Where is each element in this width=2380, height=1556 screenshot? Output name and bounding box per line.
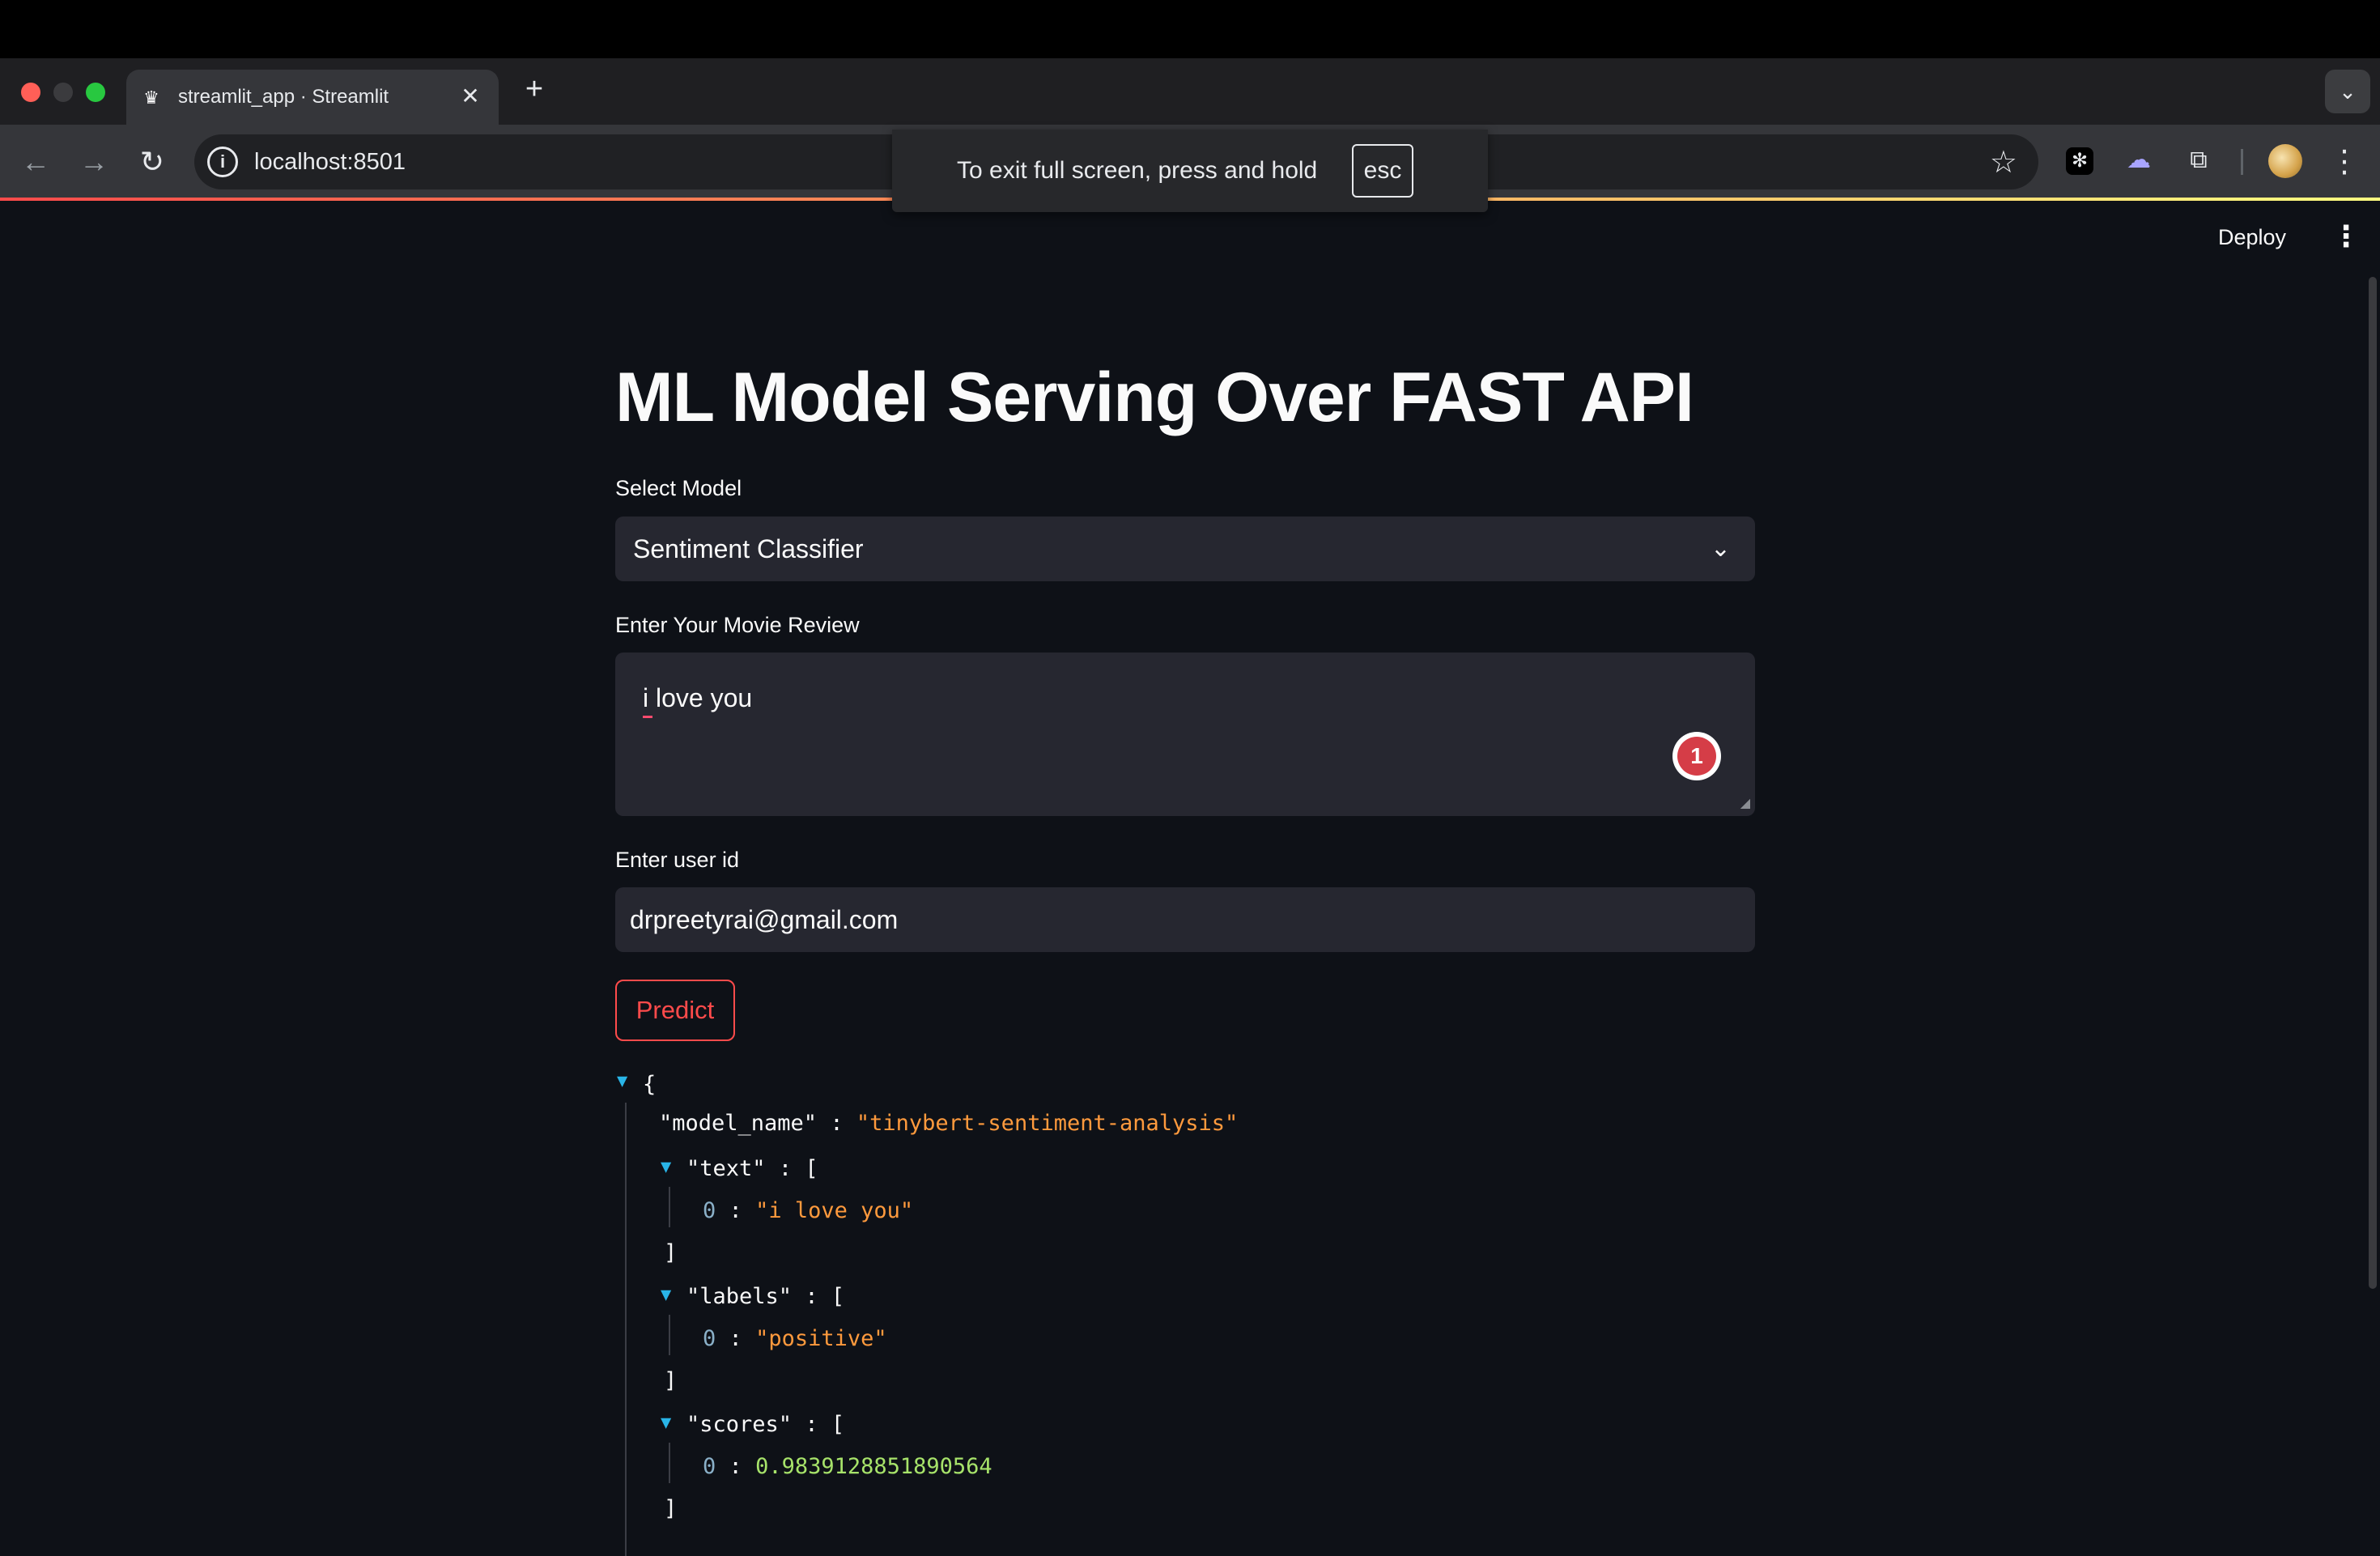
predict-button[interactable]: Predict <box>615 980 735 1041</box>
collapse-caret-icon[interactable]: ▼ <box>617 1071 627 1091</box>
browser-tab-active[interactable]: ♛ streamlit_app · Streamlit ✕ <box>126 70 499 125</box>
model-select[interactable]: Sentiment Classifier ⌄ <box>615 517 1755 581</box>
grammarly-icon[interactable]: 1 <box>1672 732 1721 780</box>
streamlit-main-menu-icon[interactable]: ⋮ <box>2331 220 2361 253</box>
minimize-window-button[interactable] <box>53 83 73 102</box>
json-indent-line <box>669 1315 670 1355</box>
json-number-value: 0.9839128851890564 <box>755 1454 992 1479</box>
json-array-item: 0 : "positive" <box>703 1326 887 1351</box>
user-id-value[interactable]: drpreetyrai@gmail.com <box>630 905 898 935</box>
back-arrow-icon[interactable]: ← <box>16 142 55 181</box>
grammarly-count: 1 <box>1677 737 1716 776</box>
page-title: ML Model Serving Over FAST API <box>615 359 1694 436</box>
collapse-caret-icon[interactable]: ▼ <box>661 1413 671 1433</box>
json-key: "labels" <box>686 1284 793 1309</box>
deploy-button[interactable]: Deploy <box>2218 225 2286 250</box>
json-indent-line <box>625 1103 627 1556</box>
json-row-text: "text" : [ <box>686 1156 818 1181</box>
streamlit-crown-icon: ♛ <box>143 87 159 108</box>
review-label: Enter Your Movie Review <box>615 613 860 637</box>
review-text[interactable]: i love you <box>643 683 752 713</box>
json-key: "text" <box>686 1156 766 1181</box>
json-array-item: 0 : 0.9839128851890564 <box>703 1454 992 1479</box>
forward-arrow-icon[interactable]: → <box>74 142 113 181</box>
profile-avatar[interactable] <box>2268 144 2302 178</box>
chevron-down-icon[interactable]: ⌄ <box>1711 534 1731 563</box>
json-close-bracket: ] <box>664 1368 678 1393</box>
model-select-value: Sentiment Classifier <box>633 534 864 563</box>
json-output-viewer: ▼ { "model_name" : "tinybert-sentiment-a… <box>615 1061 1755 1556</box>
toolbar-divider <box>2241 149 2243 175</box>
top-black-strip <box>0 0 2380 58</box>
json-close-bracket: ] <box>664 1496 678 1521</box>
json-colon: : <box>805 1412 818 1437</box>
json-close-bracket: ] <box>664 1240 678 1265</box>
user-id-input[interactable]: drpreetyrai@gmail.com <box>615 887 1755 952</box>
user-id-label: Enter user id <box>615 848 740 872</box>
json-row-scores: "scores" : [ <box>686 1412 844 1437</box>
json-colon: : <box>830 1111 844 1136</box>
json-index: 0 <box>703 1326 716 1351</box>
url-text[interactable]: localhost:8501 <box>254 149 406 176</box>
browser-tab-bar: ♛ streamlit_app · Streamlit ✕ + ⌄ <box>0 58 2380 125</box>
close-window-button[interactable] <box>21 83 40 102</box>
extension-perplexity-icon[interactable]: ✻ <box>2066 147 2093 175</box>
site-info-icon[interactable]: i <box>207 147 238 177</box>
json-indent-line <box>669 1443 670 1483</box>
tab-close-icon[interactable]: ✕ <box>457 83 484 110</box>
json-array-item: 0 : "i love you" <box>703 1198 913 1223</box>
select-model-label: Select Model <box>615 476 742 500</box>
json-colon: : <box>805 1284 818 1309</box>
json-open-brace: { <box>643 1072 657 1097</box>
fullscreen-exit-toast: To exit full screen, press and hold esc <box>892 130 1488 212</box>
json-index: 0 <box>703 1454 716 1479</box>
json-key: "model_name" <box>659 1111 818 1136</box>
esc-key-badge: esc <box>1352 144 1413 198</box>
fullscreen-window-button[interactable] <box>86 83 105 102</box>
extensions-puzzle-icon[interactable]: ⧉ <box>2181 142 2216 178</box>
json-open-bracket: [ <box>831 1284 845 1309</box>
page-scrollbar[interactable] <box>2369 277 2377 1289</box>
json-open-bracket: [ <box>805 1156 818 1181</box>
review-textarea[interactable]: i love you 1 ◢ <box>615 653 1755 816</box>
reload-icon[interactable]: ↻ <box>133 142 172 181</box>
json-index: 0 <box>703 1198 716 1223</box>
fullscreen-toast-text: To exit full screen, press and hold <box>957 157 1318 184</box>
json-colon: : <box>729 1326 742 1351</box>
collapse-caret-icon[interactable]: ▼ <box>661 1157 671 1177</box>
json-row-model-name: "model_name" : "tinybert-sentiment-analy… <box>659 1111 1238 1136</box>
json-colon: : <box>729 1454 742 1479</box>
json-colon: : <box>778 1156 793 1181</box>
tab-title: streamlit_app · Streamlit <box>178 86 389 108</box>
tab-search-button[interactable]: ⌄ <box>2325 70 2370 113</box>
json-string-value: "i love you" <box>755 1198 914 1223</box>
spellcheck-underline <box>643 716 652 718</box>
collapse-caret-icon[interactable]: ▼ <box>661 1285 671 1305</box>
json-open-bracket: [ <box>831 1412 845 1437</box>
extension-ghost-icon[interactable]: ☁ <box>2121 142 2157 178</box>
bookmark-star-icon[interactable]: ☆ <box>1990 144 2017 181</box>
json-indent-line <box>669 1187 670 1227</box>
resize-handle-icon[interactable]: ◢ <box>1740 795 1750 811</box>
json-row-labels: "labels" : [ <box>686 1284 844 1309</box>
json-string-value: "tinybert-sentiment-analysis" <box>856 1111 1239 1136</box>
json-key: "scores" <box>686 1412 793 1437</box>
json-colon: : <box>729 1198 742 1223</box>
new-tab-button[interactable]: + <box>518 73 550 105</box>
json-string-value: "positive" <box>755 1326 887 1351</box>
browser-menu-icon[interactable]: ⋮ <box>2328 142 2361 181</box>
